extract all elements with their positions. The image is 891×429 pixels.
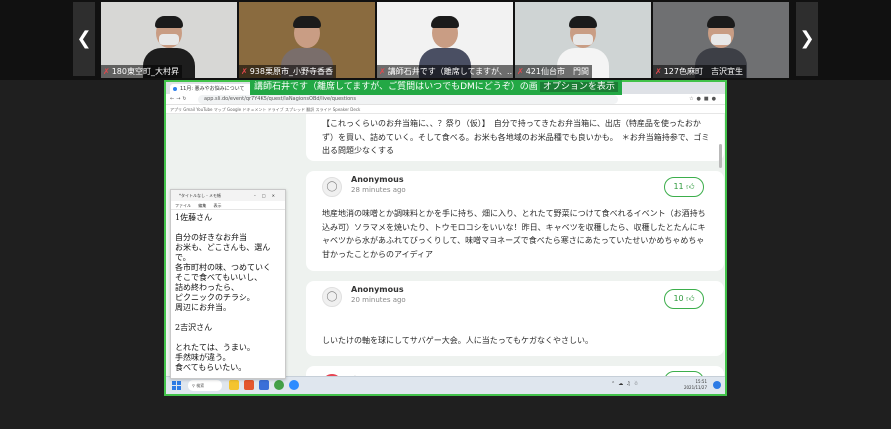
- chrome-icon[interactable]: [274, 380, 284, 390]
- participant-name: 938栗原市_小野寺香香: [249, 67, 333, 76]
- participant-video-tile[interactable]: ✗ 180東空町_大村昇: [101, 2, 237, 78]
- participant-video-tile[interactable]: ✗ 講師石井です（離席してますが、…: [377, 2, 513, 78]
- notification-icon[interactable]: [713, 381, 721, 389]
- question-card: ◯ Anonymous 28 minutes ago 11 👍︎ 地産地消の味噌…: [306, 171, 724, 271]
- muted-mic-icon: ✗: [517, 67, 524, 76]
- participant-name: 講師石井です（離席してますが、…: [387, 67, 513, 76]
- notepad-text-area[interactable]: 1佐藤さん 自分の好きなお弁当 お米も、どこさんも、選んで。 各市町村の味、つめ…: [171, 210, 285, 376]
- extension-icons[interactable]: ☆●■●: [689, 94, 719, 105]
- participant-hair: [293, 16, 321, 28]
- browser-nav-icons[interactable]: ←→↻: [170, 94, 189, 105]
- participant-name: 127色麻町 吉沢宜生: [663, 67, 743, 76]
- participant-name-label: ✗ 421仙台市 門間: [515, 65, 592, 78]
- participant-name-label: ✗ 938栗原市_小野寺香香: [239, 65, 336, 78]
- clock-date: 2021/11/27: [683, 385, 707, 390]
- app-icon[interactable]: [244, 380, 254, 390]
- muted-mic-icon: ✗: [241, 67, 248, 76]
- question-time: 28 minutes ago: [351, 186, 406, 194]
- participant-strip: ❮ ❯ ✗ 180東空町_大村昇 ✗ 938栗原市_小野寺香香 ✗ 講師石井です（離席して…: [0, 0, 891, 80]
- taskbar-clock[interactable]: 15:51 2021/11/27: [684, 379, 707, 391]
- question-text: しいたけの軸を球にしてサバゲー大会。人に当たってもケガなくやさしい。: [322, 336, 593, 345]
- screen-share-banner: 講師石井です（離席してますが、ご質問はいつでもDMにどうぞ）の画 オプションを表示: [250, 80, 622, 95]
- thumbs-up-icon: 👍︎: [686, 294, 695, 303]
- like-button[interactable]: 10 👍︎: [664, 289, 704, 309]
- participant-video-tile[interactable]: ✗ 421仙台市 門間: [515, 2, 651, 78]
- anonymous-user-icon: ◯: [322, 177, 342, 197]
- question-card: ◯ Anonymous 20 minutes ago 10 👍︎ しいたけの軸を…: [306, 281, 724, 356]
- bookmarks-bar[interactable]: アプリ Gmail YouTube マップ Google ドキュメント ドライブ…: [166, 105, 725, 114]
- question-feed: 【これっくらいのお弁当箱に、、？祭り（仮）】 自分で持ってきたお弁当箱に、出店（…: [306, 114, 724, 376]
- screen-share-presenter-label: 講師石井です（離席してますが、ご質問はいつでもDMにどうぞ）の画: [254, 82, 538, 92]
- notepad-menu[interactable]: ファイル 編集 表示: [171, 201, 285, 210]
- participant-hair: [569, 16, 597, 28]
- anonymous-user-icon: ◯: [322, 287, 342, 307]
- face-mask: [573, 34, 593, 45]
- face-mask: [711, 34, 731, 45]
- muted-mic-icon: ✗: [103, 67, 110, 76]
- participant-name: 421仙台市 門間: [525, 67, 589, 76]
- muted-mic-icon: ✗: [655, 67, 662, 76]
- participant-name-label: ✗ 127色麻町 吉沢宜生: [653, 65, 746, 78]
- taskbar-search[interactable]: ⚲ 検索: [188, 380, 222, 391]
- zoom-icon[interactable]: [289, 380, 299, 390]
- notepad-taskbar-icon[interactable]: [259, 380, 269, 390]
- participant-name: 180東空町_大村昇: [111, 67, 179, 76]
- question-text: 【これっくらいのお弁当箱に、、？祭り（仮）】 自分で持ってきたお弁当箱に、出店（…: [322, 119, 710, 155]
- file-explorer-icon[interactable]: [229, 380, 239, 390]
- question-time: 20 minutes ago: [351, 296, 406, 304]
- browser-tab[interactable]: 11月: 悪みやお悩みについて: [170, 84, 252, 94]
- question-card: 【これっくらいのお弁当箱に、、？祭り（仮）】 自分で持ってきたお弁当箱に、出店（…: [306, 114, 724, 161]
- zoom-meeting-window: ❮ ❯ ✗ 180東空町_大村昇 ✗ 938栗原市_小野寺香香 ✗ 講師石井です（離席して…: [0, 0, 891, 429]
- participant-name-label: ✗ 180東空町_大村昇: [101, 65, 182, 78]
- question-text: 地産地消の味噌とか調味料とかを手に持ち、畑に入り、とれたて野菜につけて食べれるイ…: [322, 209, 706, 259]
- like-count: 10: [673, 294, 684, 303]
- notepad-window[interactable]: *タイトルなし - メモ帳 –□✕ ファイル 編集 表示 1佐藤さん 自分の好き…: [170, 189, 286, 379]
- browser-toolbar: ←→↻ app.sli.do/event/qr7Y4K5/quest/IaNag…: [166, 94, 725, 105]
- next-participants-arrow-icon[interactable]: ❯: [796, 2, 818, 76]
- address-bar[interactable]: app.sli.do/event/qr7Y4K5/quest/IaNagions…: [198, 95, 618, 104]
- question-author: Anonymous: [351, 175, 404, 184]
- feed-scrollbar[interactable]: [719, 144, 722, 168]
- participant-name-label: ✗ 講師石井です（離席してますが、…: [377, 65, 513, 78]
- participant-hair: [707, 16, 735, 28]
- participant-hair: [155, 16, 183, 28]
- participant-video-tile[interactable]: ✗ 938栗原市_小野寺香香: [239, 2, 375, 78]
- muted-mic-icon: ✗: [379, 67, 386, 76]
- notepad-title: *タイトルなし - メモ帳: [179, 193, 221, 198]
- face-mask: [159, 34, 179, 45]
- previous-participants-arrow-icon[interactable]: ❮: [73, 2, 95, 76]
- like-count: 11: [673, 182, 684, 191]
- like-button[interactable]: 11 👍︎: [664, 177, 704, 197]
- participant-hair: [431, 16, 459, 28]
- notepad-titlebar[interactable]: *タイトルなし - メモ帳 –□✕: [171, 190, 285, 201]
- system-tray-icons[interactable]: ⌃☁♫☃: [611, 381, 641, 387]
- shared-screen: 11月: 悪みやお悩みについて ←→↻ app.sli.do/event/qr7…: [164, 80, 727, 396]
- taskbar-search-label: 検索: [196, 383, 205, 388]
- thumbs-up-icon: 👍︎: [686, 182, 695, 191]
- window-controls-icon[interactable]: –□✕: [254, 190, 281, 201]
- windows-start-icon[interactable]: [172, 381, 181, 390]
- participant-video-tile[interactable]: ✗ 127色麻町 吉沢宜生: [653, 2, 789, 78]
- view-options-button[interactable]: オプションを表示: [539, 82, 618, 92]
- question-card: 岩 岩井 10 👍︎: [306, 366, 724, 376]
- question-author: Anonymous: [351, 285, 404, 294]
